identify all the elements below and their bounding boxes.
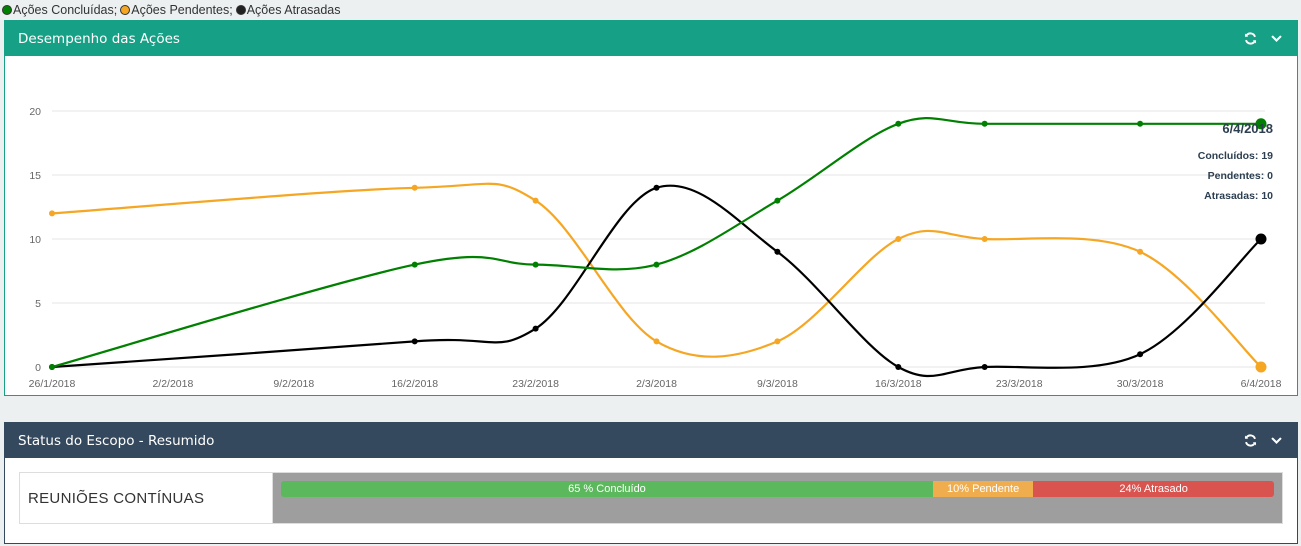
- tooltip-concluidos: Concluídos: 19: [1197, 150, 1273, 162]
- legend-item-concluidas[interactable]: Ações Concluídas;: [2, 3, 117, 17]
- x-tick-label: 9/2/2018: [273, 378, 314, 390]
- data-point-acoes-concluidas: [653, 261, 660, 268]
- data-point-acoes-atrasadas: [895, 364, 902, 370]
- chart-tooltip: 6/4/2018 Concluídos: 19 Pendentes: 0 Atr…: [1198, 121, 1273, 206]
- x-tick-label: 6/4/2018: [1241, 378, 1282, 390]
- data-point-acoes-pendentes: [653, 338, 660, 345]
- progress-segment-concluido: 65 % Concluído: [281, 481, 933, 497]
- legend-swatch-pendentes: [120, 4, 131, 15]
- refresh-icon[interactable]: [1243, 32, 1257, 46]
- data-point-acoes-concluidas: [411, 261, 418, 268]
- data-point-acoes-pendentes: [981, 236, 988, 242]
- y-axis-ticks: 0 5 10 15 20: [29, 106, 41, 374]
- series-lines: [51, 117, 1262, 378]
- y-tick-label: 15: [29, 170, 41, 182]
- status-progress-bar: 65 % Concluído 10% Pendente 24% Atrasado: [281, 481, 1274, 497]
- status-row-label: REUNIÕES CONTÍNUAS: [20, 473, 273, 523]
- data-point-acoes-pendentes: [1137, 248, 1144, 255]
- series-line-acoes-concluidas: [51, 117, 1261, 369]
- data-point-acoes-pendentes: [49, 210, 55, 217]
- status-panel-title: Status do Escopo - Resumido: [18, 432, 215, 449]
- data-point-acoes-pendentes: [532, 197, 539, 204]
- legend-label-atrasadas: Ações Atrasadas: [246, 2, 341, 17]
- status-track: 65 % Concluído 10% Pendente 24% Atrasado: [273, 473, 1282, 523]
- progress-segment-pendente: 10% Pendente: [932, 481, 1034, 497]
- chevron-down-icon[interactable]: [1269, 434, 1283, 448]
- data-point-acoes-concluidas: [532, 261, 539, 268]
- x-tick-label: 23/3/2018: [996, 378, 1043, 390]
- x-axis-ticks: 26/1/2018 2/2/2018 9/2/2018 16/2/2018 23/2/2…: [29, 378, 1282, 390]
- status-panel-tools: [1243, 434, 1283, 448]
- x-tick-label: 16/3/2018: [875, 378, 922, 390]
- data-point-acoes-concluidas: [895, 120, 902, 127]
- legend-label-pendentes: Ações Pendentes;: [131, 2, 233, 17]
- x-tick-label: 26/1/2018: [29, 378, 76, 390]
- data-point-acoes-concluidas: [981, 120, 988, 127]
- progress-segment-atrasado: 24% Atrasado: [1033, 481, 1274, 497]
- data-point-acoes-atrasadas: [774, 248, 781, 255]
- chart-panel-title: Desempenho das Ações: [18, 30, 180, 47]
- data-point-acoes-atrasadas: [1255, 233, 1267, 245]
- tooltip-date: 6/4/2018: [1222, 121, 1273, 136]
- data-point-acoes-concluidas: [49, 364, 55, 370]
- status-panel-header: Status do Escopo - Resumido: [5, 423, 1297, 458]
- chart-panel-header: Desempenho das Ações: [5, 21, 1297, 56]
- y-tick-label: 10: [29, 234, 41, 246]
- legend-swatch-atrasadas: [235, 4, 246, 15]
- tooltip-atrasadas: Atrasadas: 10: [1204, 190, 1273, 202]
- data-point-acoes-pendentes: [774, 338, 781, 345]
- data-point-acoes-concluidas: [774, 197, 781, 204]
- data-point-acoes-atrasadas: [411, 338, 418, 345]
- status-panel: Status do Escopo - Resumido REUNIÕES CON…: [4, 422, 1298, 544]
- legend-label-concluidas: Ações Concluídas;: [13, 2, 118, 17]
- tooltip-pendentes: Pendentes: 0: [1207, 170, 1273, 182]
- x-tick-label: 9/3/2018: [757, 378, 798, 390]
- y-tick-label: 5: [35, 298, 41, 310]
- y-tick-label: 0: [35, 362, 41, 374]
- x-tick-label: 16/2/2018: [391, 378, 438, 390]
- data-point-acoes-atrasadas: [1137, 351, 1144, 358]
- data-point-acoes-pendentes: [1255, 361, 1267, 373]
- data-point-acoes-concluidas: [1137, 120, 1144, 127]
- legend-item-pendentes[interactable]: Ações Pendentes;: [120, 2, 233, 17]
- line-chart: 0 5 10 15 20 26/1/2018 2/2/2018 9/2/2018 16/2/2…: [29, 106, 1282, 390]
- x-tick-label: 23/2/2018: [512, 378, 559, 390]
- legend-item-atrasadas[interactable]: Ações Atrasadas: [235, 2, 341, 17]
- chevron-down-icon[interactable]: [1269, 32, 1283, 46]
- x-tick-label: 30/3/2018: [1117, 378, 1164, 390]
- legend-swatch-concluidas: [2, 4, 12, 15]
- y-tick-label: 20: [29, 106, 41, 118]
- series-points: [49, 118, 1267, 373]
- data-point-acoes-atrasadas: [981, 364, 988, 370]
- data-point-acoes-atrasadas: [653, 184, 660, 191]
- data-point-acoes-atrasadas: [532, 325, 539, 332]
- refresh-icon[interactable]: [1243, 434, 1257, 448]
- x-tick-label: 2/2/2018: [152, 378, 193, 390]
- chart-panel-tools: [1243, 32, 1283, 46]
- series-line-acoes-atrasadas: [51, 184, 1262, 378]
- chart-panel: Desempenho das Ações 0 5 10 15 20 26/1/2018 2…: [4, 20, 1298, 396]
- data-point-acoes-pendentes: [411, 184, 418, 191]
- data-point-acoes-pendentes: [895, 236, 902, 242]
- chart-legend: Ações Concluídas; Ações Pendentes; Ações…: [0, 0, 1301, 19]
- status-row: REUNIÕES CONTÍNUAS 65 % Concluído 10% Pe…: [19, 472, 1283, 524]
- x-tick-label: 2/3/2018: [636, 378, 677, 390]
